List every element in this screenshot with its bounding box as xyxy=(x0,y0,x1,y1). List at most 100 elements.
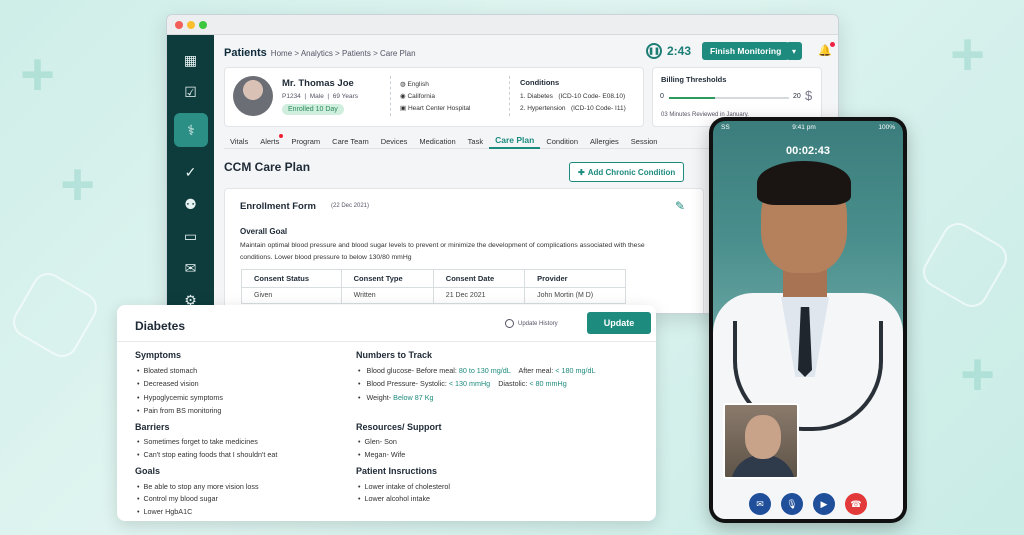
language-row: ◍ English xyxy=(400,80,429,88)
list-item: Lower HgbA1C xyxy=(137,507,193,516)
patient-info: P1234 | Male | 69 Years xyxy=(282,93,359,100)
billing-min: 0 xyxy=(660,93,664,100)
list-item: Megan- Wife xyxy=(358,450,406,459)
call-controls: ✉ 🎙 ▶ ☎ xyxy=(713,493,903,515)
finish-monitoring-button[interactable]: Finish Monitoring xyxy=(702,42,790,60)
hospital-row: ▣ Heart Center Hospital xyxy=(400,104,470,112)
close-dot[interactable] xyxy=(175,21,183,29)
diabetes-card: Diabetes Update History Update Symptoms … xyxy=(117,305,656,521)
chat-icon[interactable]: ✉ xyxy=(749,493,771,515)
diastolic-value: < 80 mmHg xyxy=(529,379,567,388)
location-pin-icon: ◉ xyxy=(400,93,406,100)
notification-dot xyxy=(829,42,835,47)
update-history-label: Update History xyxy=(518,320,558,327)
chat-icon[interactable]: ✉ xyxy=(176,255,205,281)
minimize-dot[interactable] xyxy=(187,21,195,29)
overall-goal-text: Maintain optimal blood pressure and bloo… xyxy=(240,242,645,261)
tab-care-plan[interactable]: Care Plan xyxy=(489,133,541,149)
numbers-to-track-title: Numbers to Track xyxy=(356,350,433,360)
state-value: California xyxy=(407,93,435,100)
doctor-icon[interactable]: ⚕ xyxy=(174,113,208,147)
language-value: English xyxy=(407,81,429,88)
alert-dot xyxy=(279,134,284,138)
chevron-down-icon[interactable]: ▾ xyxy=(786,42,802,60)
grid-icon[interactable]: ▦ xyxy=(176,47,205,73)
resources-title: Resources/ Support xyxy=(356,422,442,432)
patient-face xyxy=(745,415,781,459)
avatar xyxy=(233,76,273,116)
state-row: ◉ California xyxy=(400,92,435,100)
table-header-row: Consent Status Consent Type Consent Date… xyxy=(241,269,626,288)
condition-name: 1. Diabetes xyxy=(520,93,553,100)
billing-progress-fill xyxy=(669,97,715,99)
add-chronic-condition-label: Add Chronic Condition xyxy=(587,167,676,177)
breadcrumb[interactable]: Home > Analytics > Patients > Care Plan xyxy=(271,49,416,58)
tab-program[interactable]: Program xyxy=(285,133,326,149)
condition-name: 2. Hypertension xyxy=(520,105,566,112)
table-cell: John Mortin (M D) xyxy=(524,287,626,304)
enrollment-date: (22 Dec 2021) xyxy=(331,203,370,209)
call-duration: 00:02:43 xyxy=(785,145,831,157)
tab-alerts[interactable]: Alerts xyxy=(254,133,285,149)
billing-title: Billing Thresholds xyxy=(661,75,727,84)
overall-goal-title: Overall Goal xyxy=(240,227,288,236)
sidebar: ▦ ☑ ⚕ ✓ ⚉ ▭ ✉ ⚙ xyxy=(167,35,214,313)
tab-condition[interactable]: Condition xyxy=(540,133,584,149)
microphone-icon[interactable]: 🎙 xyxy=(781,493,803,515)
update-button[interactable]: Update xyxy=(587,312,651,334)
tab-allergies[interactable]: Allergies xyxy=(584,133,625,149)
table-row: Given Written 21 Dec 2021 John Mortin (M… xyxy=(241,287,626,304)
enrolled-badge: Enrolled 10 Day xyxy=(282,104,344,115)
list-item: Glen- Son xyxy=(358,437,397,446)
edit-icon[interactable]: ✎ xyxy=(675,199,685,213)
tab-care-team[interactable]: Care Team xyxy=(326,133,375,149)
end-call-icon[interactable]: ☎ xyxy=(845,493,867,515)
patient-id: P1234 xyxy=(282,93,301,100)
divider xyxy=(117,341,656,342)
tab-task[interactable]: Task xyxy=(462,133,489,149)
list-item: Sometimes forget to take medicines xyxy=(137,437,258,446)
billing-icon[interactable]: ▭ xyxy=(176,223,205,249)
pause-icon[interactable]: ❚❚ xyxy=(646,43,662,59)
page-title: Patients xyxy=(224,47,267,59)
calendar-check-icon[interactable]: ☑ xyxy=(176,79,205,105)
video-camera-icon[interactable]: ▶ xyxy=(813,493,835,515)
medical-staff-icon[interactable]: ⚉ xyxy=(176,191,205,217)
background-cross-icon: + xyxy=(960,341,996,408)
plus-icon: ✚ xyxy=(578,167,585,177)
maximize-dot[interactable] xyxy=(199,21,207,29)
add-chronic-condition-button[interactable]: ✚ Add Chronic Condition xyxy=(569,162,685,182)
background-hexagon xyxy=(917,217,1013,313)
table-cell: Given xyxy=(241,287,342,304)
weight-item: Weight- Below 87 Kg xyxy=(358,393,434,402)
condition-code: (ICD-10 Code- I11) xyxy=(570,105,626,112)
tab-session[interactable]: Session xyxy=(625,133,664,149)
patient-video-thumbnail[interactable] xyxy=(723,403,799,479)
title-bar xyxy=(167,15,838,35)
condition-item: 1. Diabetes (ICD-10 Code- E08.10) xyxy=(520,93,625,100)
tab-devices[interactable]: Devices xyxy=(375,133,414,149)
list-item: Hypoglycemic symptoms xyxy=(137,393,223,402)
update-history-link[interactable]: Update History xyxy=(505,319,558,328)
list-item: Be able to stop any more vision loss xyxy=(137,482,259,491)
timer-value: 2:43 xyxy=(667,44,692,58)
glucose-before-value: 80 to 130 mg/dL xyxy=(458,366,511,375)
status-bar: SS 9:41 pm 100% xyxy=(713,124,903,134)
list-item: Can't stop eating foods that I shouldn't… xyxy=(137,450,278,459)
care-plan-title: CCM Care Plan xyxy=(224,160,311,174)
patient-sex: Male xyxy=(309,93,324,100)
background-cross-icon: + xyxy=(20,41,56,108)
patient-card: Mr. Thomas Joe P1234 | Male | 69 Years E… xyxy=(224,67,644,127)
patient-instructions-title: Patient Insructions xyxy=(356,466,438,476)
tab-vitals[interactable]: Vitals xyxy=(224,133,254,149)
list-item: Control my blood sugar xyxy=(137,494,218,503)
bell-icon[interactable]: 🔔 xyxy=(818,42,835,57)
background-cross-icon: + xyxy=(60,151,96,218)
divider xyxy=(390,76,391,116)
weight-value: Below 87 Kg xyxy=(393,393,434,402)
diabetes-title: Diabetes xyxy=(135,319,186,333)
tab-medication[interactable]: Medication xyxy=(413,133,461,149)
glucose-after-value: < 180 mg/dL xyxy=(555,366,596,375)
billing-max: 20 xyxy=(793,93,801,100)
clipboard-icon[interactable]: ✓ xyxy=(176,159,205,185)
